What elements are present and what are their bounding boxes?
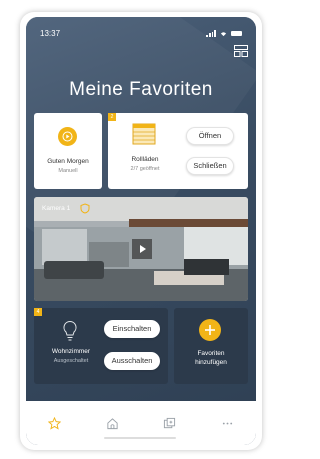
- blinds-close-button[interactable]: Schließen: [186, 157, 234, 175]
- star-icon: [48, 416, 62, 430]
- add-favorite-card[interactable]: Favoriten hinzufügen: [174, 308, 248, 384]
- status-bar: 13:37: [40, 27, 242, 39]
- light-on-button[interactable]: Einschalten: [104, 320, 160, 338]
- light-sub: Ausgeschaltet: [53, 358, 89, 364]
- light-off-button[interactable]: Ausschalten: [104, 352, 160, 370]
- add-favorite-label-2: hinzufügen: [195, 359, 227, 366]
- battery-icon: [231, 30, 242, 36]
- tab-favorites[interactable]: [45, 413, 65, 433]
- light-card[interactable]: 4 Wohnzimmer Ausgeschaltet Einschalten A…: [34, 308, 168, 384]
- light-label: Wohnzimmer: [51, 348, 91, 355]
- light-badge: 4: [34, 308, 42, 316]
- camera-card[interactable]: Kamera 1: [34, 197, 248, 301]
- wifi-icon: [220, 31, 227, 36]
- blinds-open-button[interactable]: Öffnen: [186, 127, 234, 145]
- status-time: 13:37: [40, 28, 61, 38]
- blinds-sub: 2/7 geöffnet: [130, 166, 160, 172]
- page-title: Meine Favoriten: [69, 79, 213, 100]
- home-icon: [107, 417, 118, 429]
- camera-play-button[interactable]: [132, 239, 152, 259]
- blinds-card[interactable]: 2 Rollläden 2/7 geöffnet Öffnen Schließe…: [108, 113, 248, 189]
- grid-layout-icon[interactable]: [234, 45, 248, 57]
- add-favorite-label-1: Favoriten: [197, 350, 225, 357]
- scene-sub: Manuell: [58, 168, 78, 174]
- shield-icon: [80, 203, 90, 214]
- blinds-badge: 2: [108, 113, 116, 121]
- scene-card[interactable]: Guten Morgen Manuell: [34, 113, 102, 189]
- blinds-label: Rollläden: [131, 156, 159, 163]
- play-icon: [62, 131, 73, 142]
- app-screen: 13:37 Meine Favoriten Guten Morgen Manue…: [26, 17, 256, 445]
- signal-icon: [206, 29, 216, 37]
- status-icons: [206, 29, 242, 37]
- tab-more[interactable]: [217, 413, 237, 433]
- scene-play-button[interactable]: [58, 127, 77, 146]
- bulb-icon: [63, 320, 77, 341]
- scene-label: Guten Morgen: [47, 158, 89, 165]
- tab-devices[interactable]: [160, 413, 180, 433]
- devices-icon: [164, 417, 176, 428]
- plus-icon: [205, 325, 215, 335]
- more-icon: [222, 422, 232, 424]
- add-favorite-button[interactable]: [199, 319, 221, 341]
- home-indicator: [104, 437, 176, 439]
- camera-label: Kamera 1: [42, 205, 71, 212]
- blinds-icon: [132, 123, 156, 145]
- play-icon: [140, 245, 146, 253]
- tab-home[interactable]: [102, 413, 122, 433]
